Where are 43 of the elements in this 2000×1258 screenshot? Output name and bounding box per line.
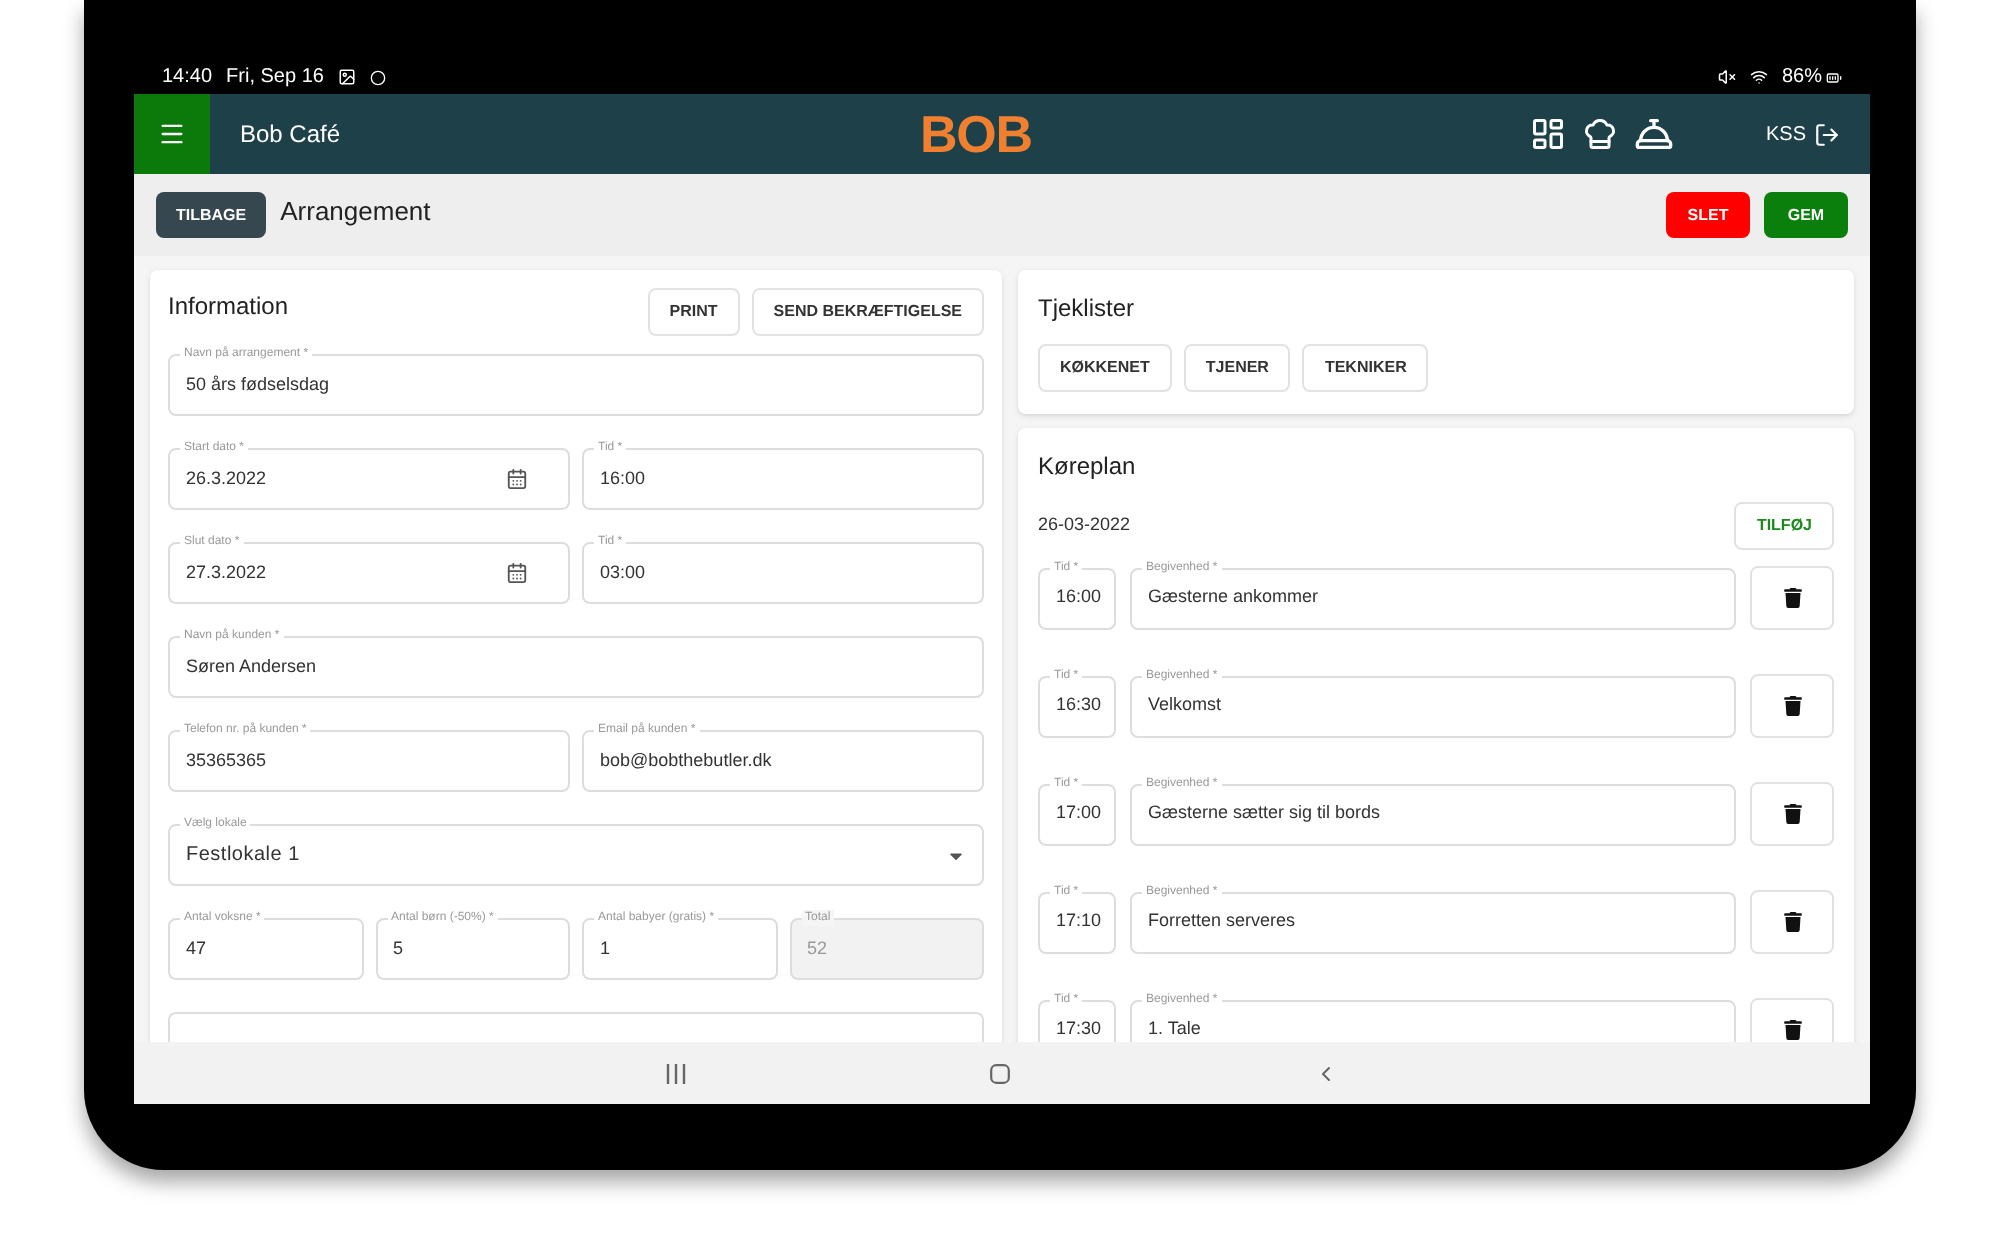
back-button[interactable]: TILBAGE	[156, 192, 267, 238]
card-title: Tjeklister	[1038, 292, 1137, 326]
trash-icon	[1783, 1020, 1801, 1040]
trash-icon	[1783, 804, 1801, 824]
delete-button[interactable]: SLET	[1666, 192, 1750, 238]
delete-button[interactable]	[1750, 566, 1834, 630]
send-confirmation-button[interactable]: SEND BEKRÆFTIGELSE	[751, 288, 984, 336]
card-title: Køreplan	[1038, 450, 1138, 484]
cloche-icon[interactable]	[1633, 114, 1674, 154]
circle-icon	[369, 69, 386, 85]
clock: 14:40	[162, 64, 213, 92]
checklist-button[interactable]: TJENER	[1183, 344, 1291, 392]
mute-icon	[1717, 68, 1736, 86]
app-title: Bob Café	[240, 118, 343, 152]
wifi-icon	[1749, 68, 1768, 86]
user-logout-button[interactable]: KSS	[1765, 119, 1840, 149]
home-icon[interactable]	[990, 1063, 1010, 1083]
print-button[interactable]: PRINT	[647, 288, 740, 336]
add-button[interactable]: TILFØJ	[1734, 502, 1834, 550]
trash-icon	[1783, 588, 1801, 608]
calendar-icon[interactable]	[506, 468, 528, 490]
chef-hat-icon[interactable]	[1581, 116, 1618, 152]
save-button[interactable]: GEM	[1764, 192, 1848, 238]
date: Fri, Sep 16	[226, 64, 324, 92]
page-title: Arrangement	[280, 193, 433, 230]
checklist-button[interactable]: TEKNIKER	[1302, 344, 1429, 392]
checklist-button[interactable]: KØKKENET	[1038, 344, 1172, 392]
calendar-icon[interactable]	[506, 562, 528, 584]
recent-apps-icon[interactable]	[666, 1063, 686, 1083]
logout-icon	[1814, 121, 1840, 147]
menu-icon	[158, 120, 186, 148]
battery-icon	[1826, 69, 1842, 85]
trash-icon	[1783, 912, 1801, 932]
dashboard-icon[interactable]	[1529, 116, 1566, 152]
battery-level: 86%	[1781, 64, 1822, 92]
delete-button[interactable]	[1750, 674, 1834, 738]
logo: BOB	[920, 108, 1032, 160]
trash-icon	[1783, 696, 1801, 716]
delete-button[interactable]	[1750, 890, 1834, 954]
schedule-date: 26-03-2022	[1038, 512, 1131, 539]
image-icon	[337, 68, 356, 86]
card-title: Information	[168, 290, 291, 324]
delete-button[interactable]	[1750, 782, 1834, 846]
